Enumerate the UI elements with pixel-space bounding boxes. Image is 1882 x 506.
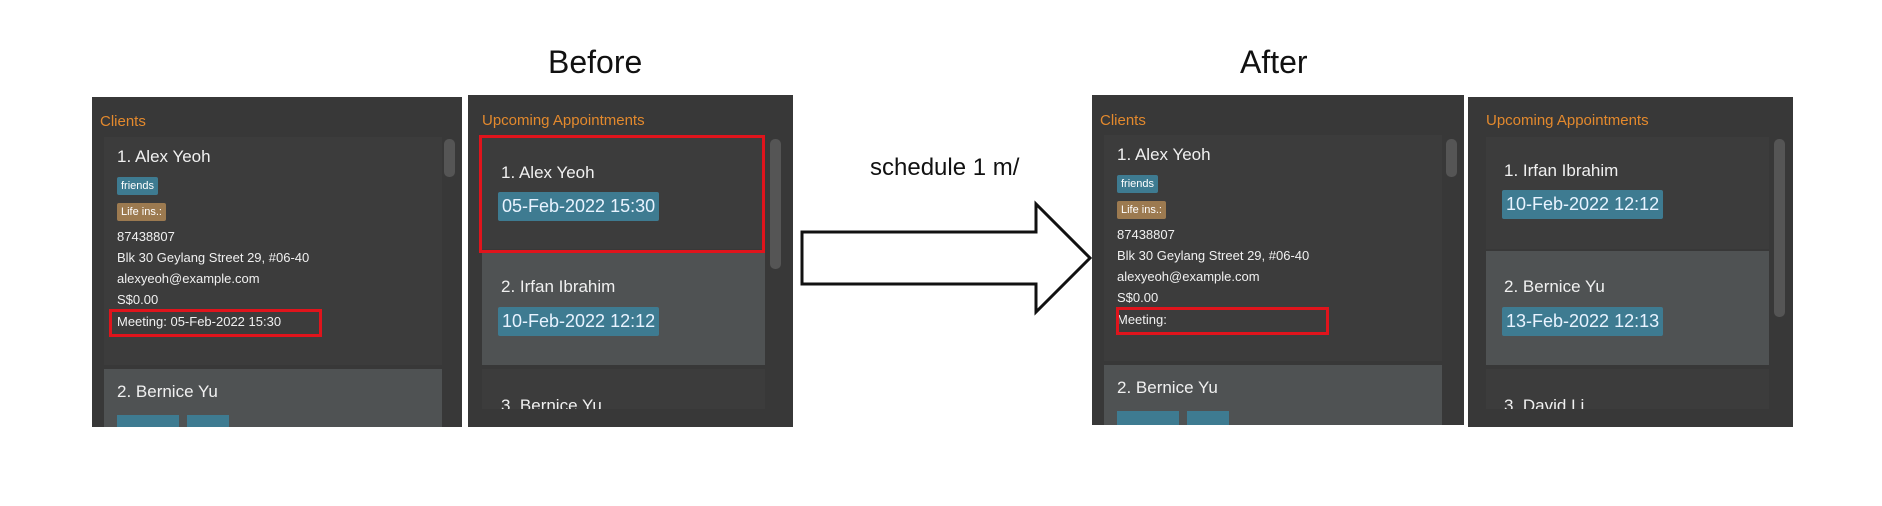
tag-stub: [1187, 411, 1229, 425]
clients-title: Clients: [100, 113, 146, 130]
client-name: 2. Bernice Yu: [1117, 378, 1218, 397]
client-email: alexyeoh@example.com: [1117, 269, 1260, 284]
client-card-bernice[interactable]: 2. Bernice Yu: [104, 369, 442, 427]
tag-life-insurance: Life ins.:: [117, 203, 166, 221]
appointment-name: 3. David Li: [1504, 396, 1585, 409]
appointments-title: Upcoming Appointments: [482, 112, 645, 129]
client-phone: 87438807: [1117, 227, 1175, 242]
clients-scrollbar[interactable]: [444, 139, 455, 177]
after-clients-panel: Clients 1. Alex Yeoh friends Life ins.: …: [1092, 95, 1464, 425]
before-meeting-highlight: [109, 309, 322, 337]
before-appointment-highlight: [479, 135, 765, 253]
before-clients-panel: Clients 1. Alex Yeoh friends Life ins.: …: [92, 97, 462, 427]
appointment-card-3[interactable]: 3. Bernice Yu: [482, 369, 765, 409]
appointment-date: 13-Feb-2022 12:13: [1502, 307, 1664, 336]
tag-stub: [117, 415, 179, 427]
after-heading: After: [1240, 44, 1308, 80]
client-name: 1. Alex Yeoh: [1117, 145, 1211, 164]
after-meeting-highlight: [1116, 307, 1329, 335]
tag-life-insurance: Life ins.:: [1117, 201, 1166, 219]
appointment-name: 2. Irfan Ibrahim: [501, 277, 616, 296]
appointments-title: Upcoming Appointments: [1486, 112, 1649, 129]
client-card-bernice[interactable]: 2. Bernice Yu: [1104, 365, 1442, 425]
client-email: alexyeoh@example.com: [117, 271, 260, 286]
client-name: 1. Alex Yeoh: [117, 147, 211, 166]
client-address: Blk 30 Geylang Street 29, #06-40: [1117, 248, 1310, 263]
appointments-scrollbar[interactable]: [1774, 139, 1785, 317]
tag-stub: [1117, 411, 1179, 425]
appointment-card-2[interactable]: 2. Irfan Ibrahim 10-Feb-2022 12:12: [482, 253, 765, 365]
appointment-date: 10-Feb-2022 12:12: [1502, 190, 1664, 219]
tag-stub: [187, 415, 229, 427]
right-arrow-icon: [800, 200, 1093, 316]
appointment-card-3[interactable]: 3. David Li: [1486, 369, 1769, 409]
before-heading: Before: [548, 44, 643, 80]
client-amount: S$0.00: [117, 292, 159, 307]
appointment-name: 1. Irfan Ibrahim: [1504, 161, 1619, 180]
appointment-name: 3. Bernice Yu: [501, 396, 602, 409]
appointment-card-2[interactable]: 2. Bernice Yu 13-Feb-2022 12:13: [1486, 251, 1769, 365]
client-name: 2. Bernice Yu: [117, 382, 218, 401]
clients-title: Clients: [1100, 112, 1146, 129]
after-appointments-panel: Upcoming Appointments 1. Irfan Ibrahim 1…: [1468, 97, 1793, 427]
tag-friends: friends: [1117, 175, 1159, 193]
appointment-name: 2. Bernice Yu: [1504, 277, 1605, 296]
tag-friends: friends: [117, 177, 159, 195]
client-amount: S$0.00: [1117, 290, 1159, 305]
appointment-card-1[interactable]: 1. Irfan Ibrahim 10-Feb-2022 12:12: [1486, 137, 1769, 249]
command-text: schedule 1 m/: [870, 154, 1020, 181]
client-phone: 87438807: [117, 229, 175, 244]
client-address: Blk 30 Geylang Street 29, #06-40: [117, 250, 310, 265]
appointment-date: 10-Feb-2022 12:12: [498, 307, 660, 336]
appointments-scrollbar[interactable]: [770, 139, 781, 269]
clients-scrollbar[interactable]: [1446, 139, 1457, 177]
